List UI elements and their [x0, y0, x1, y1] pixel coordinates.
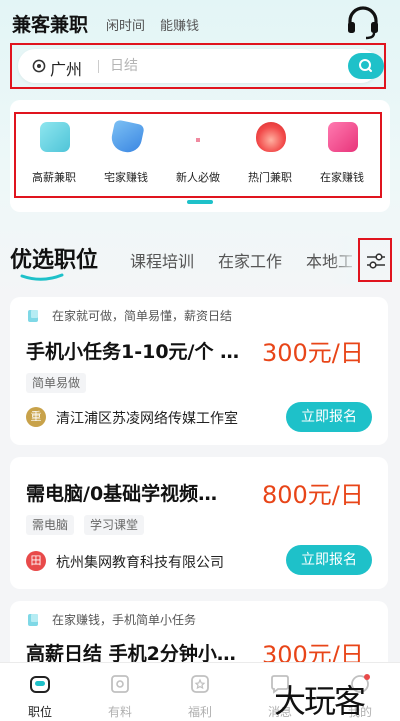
job-card[interactable]: 需电脑/0基础学视频… 800元/日 需电脑 学习课堂 田 杭州集网教育科技有限…: [10, 457, 388, 589]
gift-icon: [191, 675, 209, 693]
app-header: 兼客兼职 闲时间 能赚钱: [0, 0, 400, 44]
nav-label: 福利: [187, 705, 212, 719]
category-highlight-box: 高薪兼职 宅家赚钱 新人必做 热门兼职 在家赚钱: [14, 112, 382, 198]
search-bar[interactable]: 广州: [18, 49, 384, 83]
job-tag: 简单易做: [26, 373, 87, 393]
job-tabs: 优选职位 课程培训 在家工作 本地工: [0, 236, 400, 284]
nav-label: 职位: [27, 705, 52, 719]
nav-welfare[interactable]: 福利: [160, 663, 240, 721]
category-home-earn[interactable]: 宅家赚钱: [90, 114, 162, 196]
search-icon: [359, 59, 372, 72]
shield-icon: [109, 119, 145, 155]
slogan-text-1: 闲时间: [106, 19, 146, 34]
location-icon: [32, 59, 46, 73]
job-tag: 需电脑: [26, 515, 75, 535]
tab-work-home[interactable]: 在家工作: [218, 248, 282, 272]
headset-icon[interactable]: [344, 4, 382, 42]
job-title[interactable]: 手机小任务1-10元/个 …: [26, 337, 256, 364]
company-logo: 田: [26, 551, 46, 571]
category-work-home[interactable]: 在家赚钱: [306, 114, 378, 196]
category-label: 宅家赚钱: [104, 171, 148, 184]
search-divider: [98, 60, 99, 73]
high-pay-icon: [40, 122, 70, 152]
search-button[interactable]: [348, 53, 384, 79]
slogan-text-2: 能赚钱: [160, 19, 200, 34]
nav-label: 有料: [107, 705, 132, 719]
nav-content[interactable]: 有料: [80, 663, 160, 721]
phone-icon: [328, 122, 358, 152]
nav-jobs[interactable]: 职位: [0, 663, 80, 721]
city-selector[interactable]: 广州: [50, 56, 82, 80]
category-label: 在家赚钱: [320, 171, 364, 184]
job-card[interactable]: 在家就可做，简单易懂，薪资日结 手机小任务1-10元/个 … 300元/日 简单…: [10, 297, 388, 445]
category-hot[interactable]: 热门兼职: [234, 114, 306, 196]
job-title[interactable]: 需电脑/0基础学视频…: [26, 479, 256, 506]
job-salary: 800元/日: [262, 481, 364, 509]
job-salary: 300元/日: [262, 339, 364, 367]
category-newbie[interactable]: 新人必做: [162, 114, 234, 196]
job-tag: 学习课堂: [84, 515, 145, 535]
apply-button[interactable]: 立即报名: [286, 545, 372, 575]
tip-icon: [28, 310, 38, 322]
tab-underline-icon: [20, 273, 64, 281]
newbie-icon: [196, 138, 200, 142]
briefcase-icon: [30, 676, 50, 693]
category-high-pay[interactable]: 高薪兼职: [18, 114, 90, 196]
job-tip: 在家赚钱，手机简单小任务: [52, 613, 197, 627]
apply-button[interactable]: 立即报名: [286, 402, 372, 432]
company-name: 杭州集网教育科技有限公司: [56, 555, 224, 571]
book-icon: [111, 675, 129, 693]
category-label: 热门兼职: [248, 171, 292, 184]
tab-featured[interactable]: 优选职位: [10, 242, 98, 274]
tab-courses[interactable]: 课程培训: [130, 248, 194, 272]
search-highlight-box: 广州: [10, 43, 386, 89]
category-label: 新人必做: [176, 171, 220, 184]
watermark-text: 大玩客: [274, 682, 366, 720]
category-label: 高薪兼职: [32, 171, 76, 184]
tab-fade: [330, 236, 360, 284]
filter-icon: [367, 253, 385, 269]
page-indicator: [187, 200, 213, 204]
job-tip: 在家就可做，简单易懂，薪资日结: [52, 309, 233, 323]
search-input[interactable]: [110, 54, 340, 78]
tip-icon: [28, 614, 38, 626]
filter-button[interactable]: [358, 238, 392, 282]
fire-icon: [256, 122, 286, 152]
company-logo: 重: [26, 407, 46, 427]
company-name: 清江浦区苏凌网络传媒工作室: [56, 411, 238, 427]
brand-title: 兼客兼职: [12, 14, 89, 36]
